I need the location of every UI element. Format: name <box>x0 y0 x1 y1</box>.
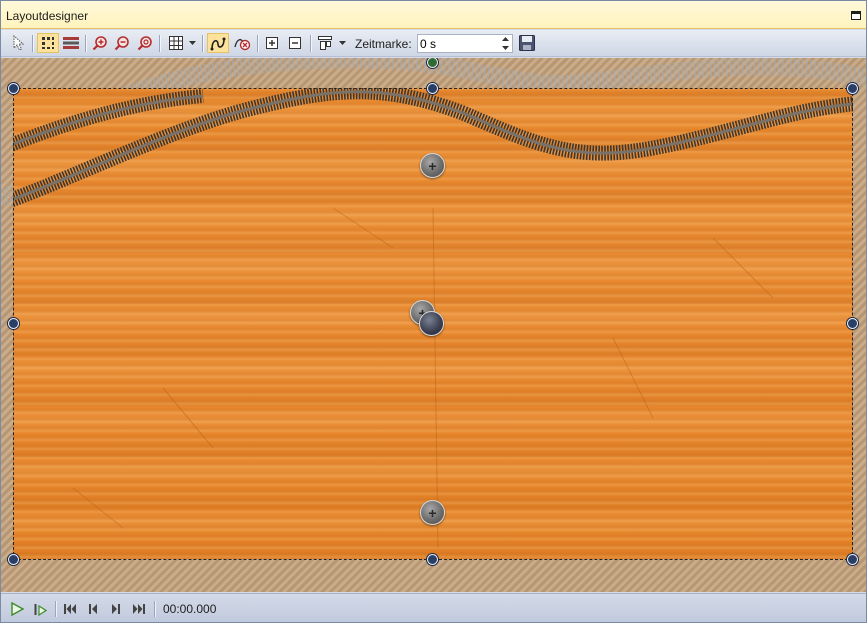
remove-point-icon[interactable] <box>285 33 305 53</box>
step-forward-icon[interactable] <box>108 601 124 617</box>
resize-handle-top[interactable] <box>427 83 438 94</box>
zeitmarke-spinbox[interactable] <box>417 34 513 53</box>
anchor-point-marker[interactable] <box>419 311 444 336</box>
plus-icon: + <box>428 504 437 521</box>
playback-separator <box>55 601 56 617</box>
window-title: Layoutdesigner <box>6 9 89 23</box>
toolbar-separator <box>257 35 258 52</box>
window-titlebar: Layoutdesigner <box>1 1 866 29</box>
zoom-fit-icon[interactable] <box>135 33 155 53</box>
layout-canvas[interactable]: + + + <box>1 58 866 592</box>
zoom-out-icon[interactable] <box>112 33 132 53</box>
toolbar-separator <box>202 35 203 52</box>
add-point-icon[interactable] <box>262 33 282 53</box>
maximize-icon[interactable] <box>851 11 861 20</box>
play-icon[interactable] <box>9 601 25 617</box>
path-curve-icon[interactable] <box>207 33 229 53</box>
skip-to-end-icon[interactable] <box>130 601 148 617</box>
playback-bar: 00:00.000 <box>1 593 866 622</box>
zeitmarke-label: Zeitmarke: <box>355 37 412 51</box>
resize-handle-top-right[interactable] <box>847 83 858 94</box>
zoom-in-icon[interactable] <box>90 33 110 53</box>
spin-up-icon[interactable] <box>499 35 512 44</box>
playback-separator <box>154 601 155 617</box>
resize-handle-bottom-right[interactable] <box>847 554 858 565</box>
layoutdesigner-window: Layoutdesigner Zeitmarke: 0 s + + + 00:0… <box>0 0 867 623</box>
resize-handle-left[interactable] <box>8 318 19 329</box>
zeitmarke-spinner <box>499 35 512 52</box>
resize-handle-bottom-left[interactable] <box>8 554 19 565</box>
path-reset-icon[interactable] <box>231 33 253 53</box>
toolbar-separator <box>310 35 311 52</box>
save-icon[interactable] <box>518 34 536 53</box>
grid-dropdown-icon[interactable] <box>187 33 197 53</box>
align-icon[interactable] <box>315 33 335 53</box>
toolbar-separator <box>85 35 86 52</box>
zeitmarke-input[interactable] <box>420 36 498 51</box>
point-edit-icon[interactable] <box>37 33 59 53</box>
layers-icon[interactable] <box>61 33 81 53</box>
path-point-marker[interactable]: + <box>420 153 445 178</box>
resize-handle-right[interactable] <box>847 318 858 329</box>
play-from-icon[interactable] <box>32 601 48 617</box>
path-point-marker[interactable]: + <box>420 500 445 525</box>
resize-handle-bottom[interactable] <box>427 554 438 565</box>
select-arrow-icon[interactable] <box>9 33 29 53</box>
skip-to-start-icon[interactable] <box>61 601 79 617</box>
spin-down-icon[interactable] <box>499 44 512 53</box>
toolbar-separator <box>159 35 160 52</box>
resize-handle-top-left[interactable] <box>8 83 19 94</box>
plus-icon: + <box>428 157 437 174</box>
align-dropdown-icon[interactable] <box>337 33 347 53</box>
toolbar-separator <box>32 35 33 52</box>
step-back-icon[interactable] <box>85 601 101 617</box>
grid-icon[interactable] <box>165 33 187 53</box>
playback-time: 00:00.000 <box>163 602 217 616</box>
